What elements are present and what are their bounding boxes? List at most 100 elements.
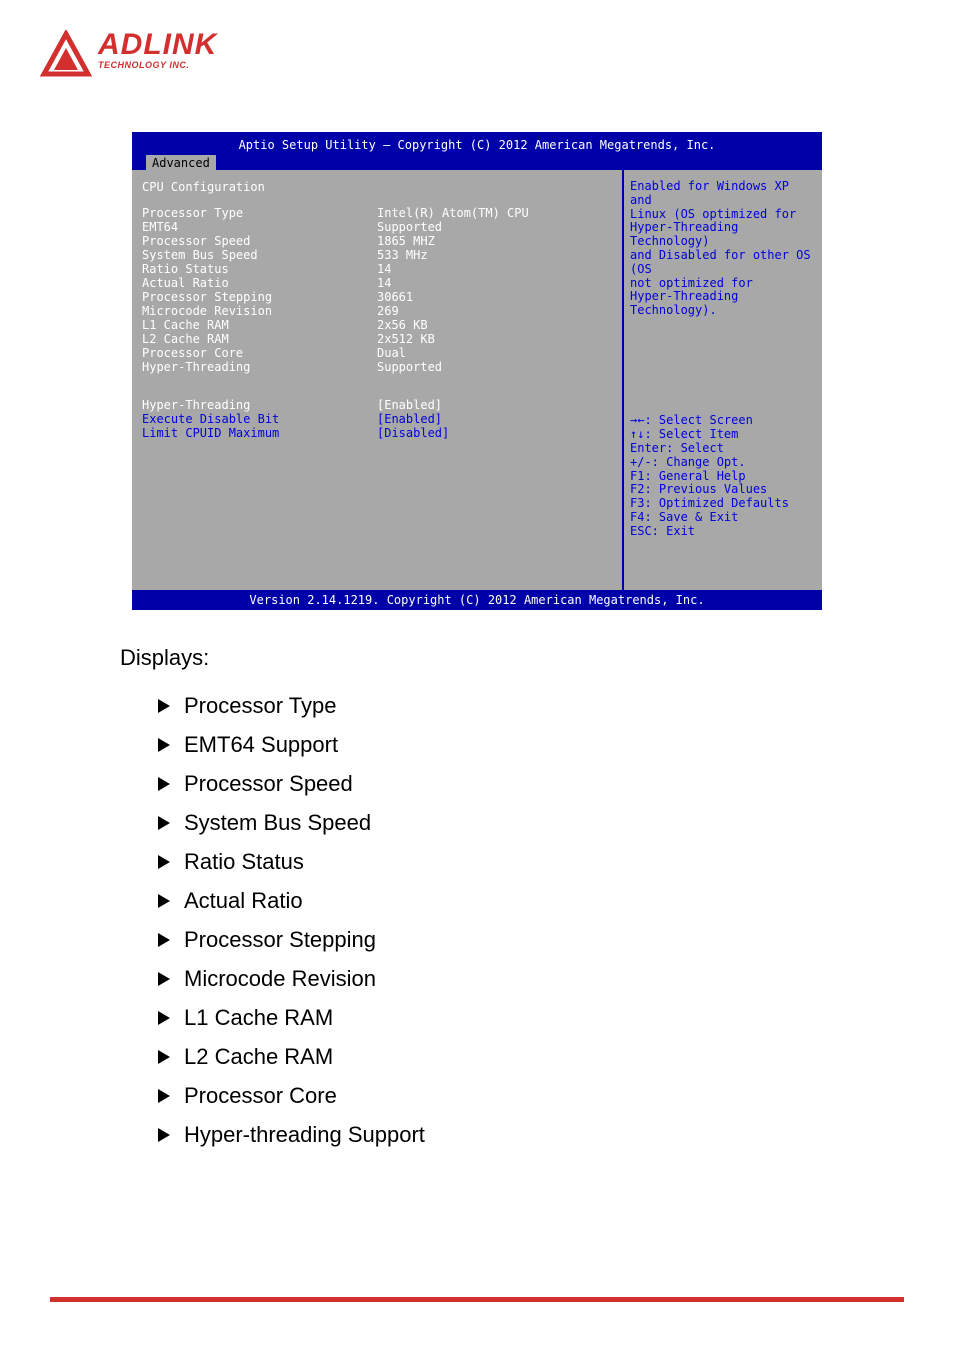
- bios-info-value: Dual: [377, 346, 406, 360]
- triangle-bullet-icon: [158, 699, 170, 713]
- displays-list: Processor Type EMT64 Support Processor Spe…: [158, 693, 914, 1148]
- list-item-text: Hyper-threading Support: [184, 1122, 425, 1148]
- list-item: System Bus Speed: [158, 810, 914, 836]
- bios-info-value: 14: [377, 276, 391, 290]
- list-item: Hyper-threading Support: [158, 1122, 914, 1148]
- bios-info-row: L2 Cache RAM2x512 KB: [142, 332, 614, 346]
- bios-tab-row: Advanced: [132, 152, 822, 170]
- bios-help-line: Linux (OS optimized for: [630, 208, 816, 222]
- bios-info-label: Processor Core: [142, 346, 377, 360]
- bios-hint-line: ESC: Exit: [630, 525, 816, 539]
- list-item-text: EMT64 Support: [184, 732, 338, 758]
- list-item-text: Actual Ratio: [184, 888, 303, 914]
- list-item: Processor Type: [158, 693, 914, 719]
- bios-help-text: Enabled for Windows XP andLinux (OS opti…: [630, 180, 816, 318]
- logo-mark-icon: [40, 30, 92, 82]
- logo-text-main: ADLINK: [98, 30, 217, 60]
- bios-option-value: [Enabled]: [377, 398, 442, 412]
- list-item: Actual Ratio: [158, 888, 914, 914]
- bios-info-label: EMT64: [142, 220, 377, 234]
- bios-hint-line: →←: Select Screen: [630, 414, 816, 428]
- bios-info-label: Hyper-Threading: [142, 360, 377, 374]
- bios-help-line: not optimized for: [630, 277, 816, 291]
- bios-info-value: 2x512 KB: [377, 332, 435, 346]
- bios-info-label: L2 Cache RAM: [142, 332, 377, 346]
- bios-info-label: System Bus Speed: [142, 248, 377, 262]
- bios-key-hints: →←: Select Screen↑↓: Select ItemEnter: S…: [630, 414, 816, 580]
- bios-info-label: Microcode Revision: [142, 304, 377, 318]
- triangle-bullet-icon: [158, 855, 170, 869]
- bios-hint-line: F4: Save & Exit: [630, 511, 816, 525]
- bios-hint-line: F2: Previous Values: [630, 483, 816, 497]
- bios-help-line: Enabled for Windows XP and: [630, 180, 816, 208]
- list-item-text: Processor Core: [184, 1083, 337, 1109]
- bios-option-label: Hyper-Threading: [142, 398, 377, 412]
- bios-info-row: Processor CoreDual: [142, 346, 614, 360]
- displays-label: Displays:: [120, 645, 914, 671]
- bios-hint-line: +/-: Change Opt.: [630, 456, 816, 470]
- bios-info-row: Microcode Revision269: [142, 304, 614, 318]
- bios-info-label: Processor Stepping: [142, 290, 377, 304]
- bios-section-title: CPU Configuration: [142, 180, 614, 194]
- bios-info-label: Processor Speed: [142, 234, 377, 248]
- bios-help-line: Hyper-Threading Technology).: [630, 290, 816, 318]
- list-item-text: Processor Stepping: [184, 927, 376, 953]
- list-item-text: Microcode Revision: [184, 966, 376, 992]
- bios-info-value: 269: [377, 304, 399, 318]
- bios-info-value: Supported: [377, 220, 442, 234]
- bios-hint-line: F3: Optimized Defaults: [630, 497, 816, 511]
- bios-info-value: Supported: [377, 360, 442, 374]
- bios-info-value: 2x56 KB: [377, 318, 428, 332]
- bios-info-row: System Bus Speed533 MHz: [142, 248, 614, 262]
- triangle-bullet-icon: [158, 1089, 170, 1103]
- list-item-text: L1 Cache RAM: [184, 1005, 333, 1031]
- bios-footer: Version 2.14.1219. Copyright (C) 2012 Am…: [132, 590, 822, 610]
- bios-info-label: Processor Type: [142, 206, 377, 220]
- bios-option-label: Execute Disable Bit: [142, 412, 377, 426]
- bios-option-row: Hyper-Threading[Enabled]: [142, 398, 614, 412]
- bios-help-line: and Disabled for other OS (OS: [630, 249, 816, 277]
- triangle-bullet-icon: [158, 816, 170, 830]
- bios-hint-line: F1: General Help: [630, 470, 816, 484]
- bios-info-row: EMT64Supported: [142, 220, 614, 234]
- list-item: Processor Stepping: [158, 927, 914, 953]
- triangle-bullet-icon: [158, 1011, 170, 1025]
- bios-tab-advanced: Advanced: [146, 155, 216, 170]
- bios-option-label: Limit CPUID Maximum: [142, 426, 377, 440]
- bios-hint-line: ↑↓: Select Item: [630, 428, 816, 442]
- bios-info-row: L1 Cache RAM2x56 KB: [142, 318, 614, 332]
- bios-info-row: Ratio Status14: [142, 262, 614, 276]
- bios-left-pane: CPU Configuration Processor TypeIntel(R)…: [132, 170, 622, 590]
- logo: ADLINK TECHNOLOGY INC.: [40, 30, 914, 82]
- list-item-text: L2 Cache RAM: [184, 1044, 333, 1070]
- triangle-bullet-icon: [158, 738, 170, 752]
- triangle-bullet-icon: [158, 1050, 170, 1064]
- bios-option-row: Execute Disable Bit[Enabled]: [142, 412, 614, 426]
- bios-info-value: 1865 MHZ: [377, 234, 435, 248]
- bios-info-row: Actual Ratio14: [142, 276, 614, 290]
- triangle-bullet-icon: [158, 1128, 170, 1142]
- bios-help-line: Hyper-Threading Technology): [630, 221, 816, 249]
- triangle-bullet-icon: [158, 894, 170, 908]
- bios-option-value: [Disabled]: [377, 426, 449, 440]
- triangle-bullet-icon: [158, 777, 170, 791]
- logo-text-sub: TECHNOLOGY INC.: [98, 60, 217, 70]
- bios-info-label: Ratio Status: [142, 262, 377, 276]
- bios-info-row: Processor Speed1865 MHZ: [142, 234, 614, 248]
- list-item-text: Processor Type: [184, 693, 336, 719]
- list-item: Processor Core: [158, 1083, 914, 1109]
- bios-info-row: Processor TypeIntel(R) Atom(TM) CPU: [142, 206, 614, 220]
- bios-option-value: [Enabled]: [377, 412, 442, 426]
- bios-info-value: 30661: [377, 290, 413, 304]
- footer-divider: [50, 1297, 904, 1302]
- bios-info-value: 14: [377, 262, 391, 276]
- bios-info-row: Processor Stepping30661: [142, 290, 614, 304]
- bios-hint-line: Enter: Select: [630, 442, 816, 456]
- list-item: EMT64 Support: [158, 732, 914, 758]
- bios-header: Aptio Setup Utility – Copyright (C) 2012…: [132, 136, 822, 152]
- bios-info-row: Hyper-ThreadingSupported: [142, 360, 614, 374]
- list-item: Processor Speed: [158, 771, 914, 797]
- bios-info-label: L1 Cache RAM: [142, 318, 377, 332]
- list-item: Microcode Revision: [158, 966, 914, 992]
- bios-info-value: Intel(R) Atom(TM) CPU: [377, 206, 529, 220]
